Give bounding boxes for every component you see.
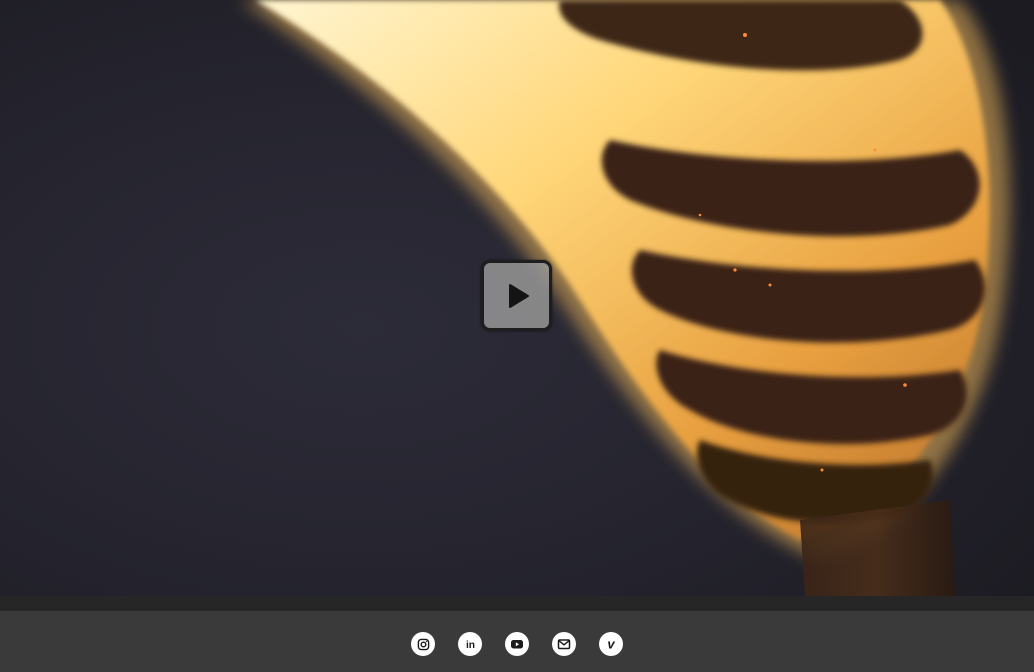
- video-bottom-strip: [0, 596, 1034, 611]
- linkedin-icon: in: [465, 640, 474, 651]
- svg-text:in: in: [465, 640, 474, 651]
- vimeo-link[interactable]: v: [599, 632, 623, 656]
- vimeo-icon: v: [607, 637, 615, 651]
- instagram-link[interactable]: [411, 632, 435, 656]
- page: in v: [0, 0, 1034, 672]
- video-player[interactable]: [0, 0, 1034, 596]
- linkedin-link[interactable]: in: [458, 632, 482, 656]
- email-link[interactable]: [552, 632, 576, 656]
- youtube-icon: [511, 640, 523, 649]
- play-icon: [508, 283, 529, 308]
- social-links: in v: [0, 632, 1034, 656]
- mail-icon: [557, 639, 571, 650]
- youtube-link[interactable]: [505, 632, 529, 656]
- instagram-icon: [417, 638, 429, 650]
- svg-text:v: v: [607, 637, 615, 651]
- play-button[interactable]: [481, 260, 552, 331]
- footer: in v: [0, 611, 1034, 672]
